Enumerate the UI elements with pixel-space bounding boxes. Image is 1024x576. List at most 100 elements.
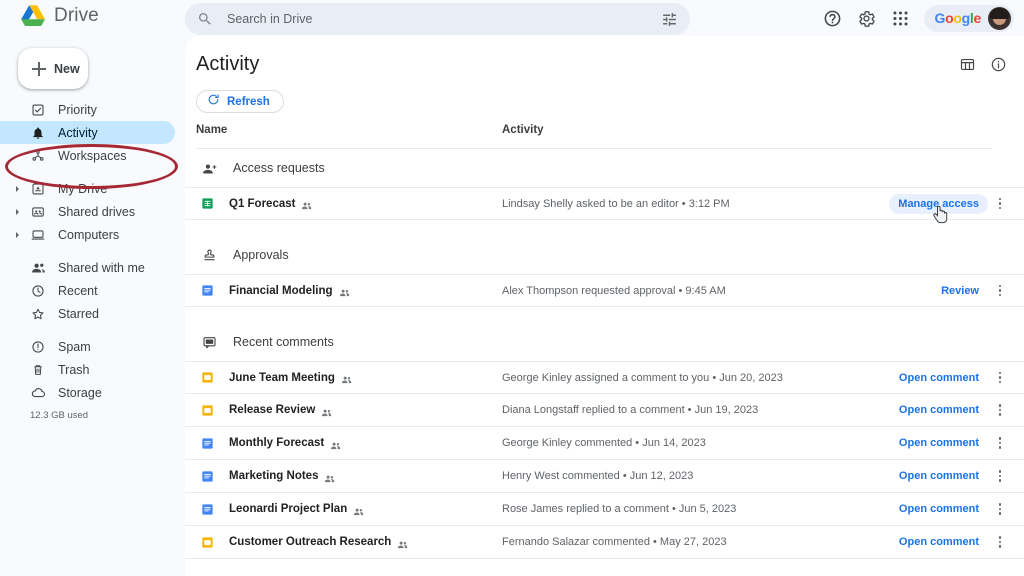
search-icon — [197, 11, 213, 27]
sidebar-item-label: Priority — [58, 102, 97, 117]
more-vert-icon[interactable] — [993, 535, 1007, 549]
activity-row[interactable]: Q1 Forecast Lindsay Shelly asked to be an… — [185, 187, 1024, 220]
activity-row[interactable]: Marketing Notes Henry West commented • Ju… — [185, 460, 1024, 493]
my-drive-icon — [30, 181, 46, 197]
chevron-right-icon[interactable] — [16, 185, 19, 192]
file-name[interactable]: Release Review — [229, 404, 315, 416]
section-header-recent-comments: Recent comments — [185, 323, 1024, 361]
top-right-actions: Google — [818, 3, 1014, 33]
main-content-panel: Activity Refresh Name Activity Access re… — [185, 36, 1024, 576]
sidebar-item-starred[interactable]: Starred — [0, 302, 175, 325]
file-name[interactable]: June Team Meeting — [229, 372, 335, 384]
sidebar-item-label: Trash — [58, 362, 90, 377]
more-vert-icon[interactable] — [993, 197, 1007, 211]
row-action-button[interactable]: Open comment — [899, 372, 979, 384]
sidebar-item-priority[interactable]: Priority — [0, 98, 175, 121]
more-vert-icon[interactable] — [993, 371, 1007, 385]
activity-row[interactable]: June Team Meeting George Kinley assigned … — [185, 361, 1024, 394]
plus-icon — [32, 61, 46, 76]
sidebar-item-shared-with-me[interactable]: Shared with me — [0, 256, 175, 279]
more-vert-icon[interactable] — [993, 436, 1007, 450]
grid-view-icon[interactable] — [959, 56, 976, 78]
info-icon[interactable] — [990, 56, 1007, 78]
docs-icon — [201, 503, 214, 516]
sidebar-item-spam[interactable]: Spam — [0, 335, 175, 358]
sidebar-item-label: Shared with me — [58, 260, 145, 275]
section-title: Recent comments — [233, 335, 334, 349]
file-name[interactable]: Monthly Forecast — [229, 437, 324, 449]
activity-row[interactable]: Customer Outreach Research Fernando Salaz… — [185, 526, 1024, 559]
sidebar-item-trash[interactable]: Trash — [0, 358, 175, 381]
file-name[interactable]: Marketing Notes — [229, 470, 318, 482]
more-vert-icon[interactable] — [993, 469, 1007, 483]
sidebar-item-label: Workspaces — [58, 148, 127, 163]
docs-icon — [201, 284, 214, 297]
priority-check-icon — [30, 102, 46, 118]
file-name[interactable]: Q1 Forecast — [229, 198, 295, 210]
row-action-button[interactable]: Open comment — [899, 470, 979, 482]
apps-grid-icon[interactable] — [886, 3, 916, 33]
row-action-button[interactable]: Review — [941, 285, 979, 297]
avatar[interactable] — [988, 6, 1011, 30]
sidebar-item-activity[interactable]: Activity — [0, 121, 175, 144]
more-vert-icon[interactable] — [993, 502, 1007, 516]
nav-divider-gap — [0, 167, 185, 177]
row-action-button[interactable]: Open comment — [899, 404, 979, 416]
slides-icon — [201, 404, 214, 417]
file-name[interactable]: Customer Outreach Research — [229, 536, 391, 548]
sidebar-item-my-drive[interactable]: My Drive — [0, 177, 175, 200]
storage-used-label: 12.3 GB used — [30, 410, 89, 421]
spam-icon — [30, 339, 46, 355]
activity-description: Diana Longstaff replied to a comment • J… — [502, 404, 759, 416]
shared-people-icon — [353, 504, 364, 515]
drive-brand[interactable]: Drive — [20, 4, 99, 27]
row-action-button[interactable]: Open comment — [899, 503, 979, 515]
gear-icon[interactable] — [852, 3, 882, 33]
new-button[interactable]: New — [18, 48, 88, 89]
shared-drives-icon — [30, 204, 46, 220]
sidebar-item-label: Starred — [58, 306, 99, 321]
section-header-approvals: Approvals — [185, 236, 1024, 274]
sidebar-item-storage[interactable]: Storage — [0, 381, 175, 404]
refresh-button[interactable]: Refresh — [196, 90, 284, 113]
activity-row[interactable]: Monthly Forecast George Kinley commented … — [185, 427, 1024, 460]
more-vert-icon[interactable] — [993, 284, 1007, 298]
row-action-button[interactable]: Open comment — [899, 437, 979, 449]
row-action-button[interactable]: Open comment — [899, 536, 979, 548]
sidebar-item-label: Storage — [58, 385, 102, 400]
sidebar-item-computers[interactable]: Computers — [0, 223, 175, 246]
more-vert-icon[interactable] — [993, 403, 1007, 417]
file-name[interactable]: Leonardi Project Plan — [229, 503, 347, 515]
star-icon — [30, 306, 46, 322]
chevron-right-icon[interactable] — [16, 208, 19, 215]
trash-icon — [30, 362, 46, 378]
search-filter-icon[interactable] — [661, 11, 678, 28]
activity-description: Fernando Salazar commented • May 27, 202… — [502, 536, 727, 548]
sidebar-item-label: Computers — [58, 227, 120, 242]
sidebar: New Priority Activity Workspaces My Driv… — [0, 36, 185, 576]
activity-description: George Kinley commented • Jun 14, 2023 — [502, 437, 706, 449]
activity-row[interactable]: Release Review Diana Longstaff replied to… — [185, 394, 1024, 427]
activity-description: Alex Thompson requested approval • 9:45 … — [502, 284, 726, 297]
file-name[interactable]: Financial Modeling — [229, 285, 333, 297]
person-add-icon — [201, 160, 217, 176]
row-action-button[interactable]: Manage access — [889, 193, 988, 214]
search-bar[interactable] — [185, 3, 690, 35]
section-header-access-requests: Access requests — [185, 149, 1024, 187]
sidebar-item-shared-drives[interactable]: Shared drives — [0, 200, 175, 223]
chevron-right-icon[interactable] — [16, 231, 19, 238]
activity-row[interactable]: Financial Modeling Alex Thompson requeste… — [185, 274, 1024, 307]
google-account-pill[interactable]: Google — [923, 4, 1014, 32]
shared-people-icon — [341, 372, 352, 384]
column-header-name: Name — [196, 124, 228, 136]
docs-icon — [201, 437, 214, 450]
clock-icon — [30, 283, 46, 299]
activity-row[interactable]: Leonardi Project Plan Rose James replied … — [185, 493, 1024, 526]
people-icon — [30, 260, 46, 276]
sidebar-item-workspaces[interactable]: Workspaces — [0, 144, 175, 167]
help-icon[interactable] — [818, 3, 848, 33]
sidebar-item-recent[interactable]: Recent — [0, 279, 175, 302]
sidebar-item-label: Shared drives — [58, 204, 136, 219]
activity-description: George Kinley assigned a comment to you … — [502, 371, 783, 384]
search-input[interactable] — [227, 12, 661, 26]
